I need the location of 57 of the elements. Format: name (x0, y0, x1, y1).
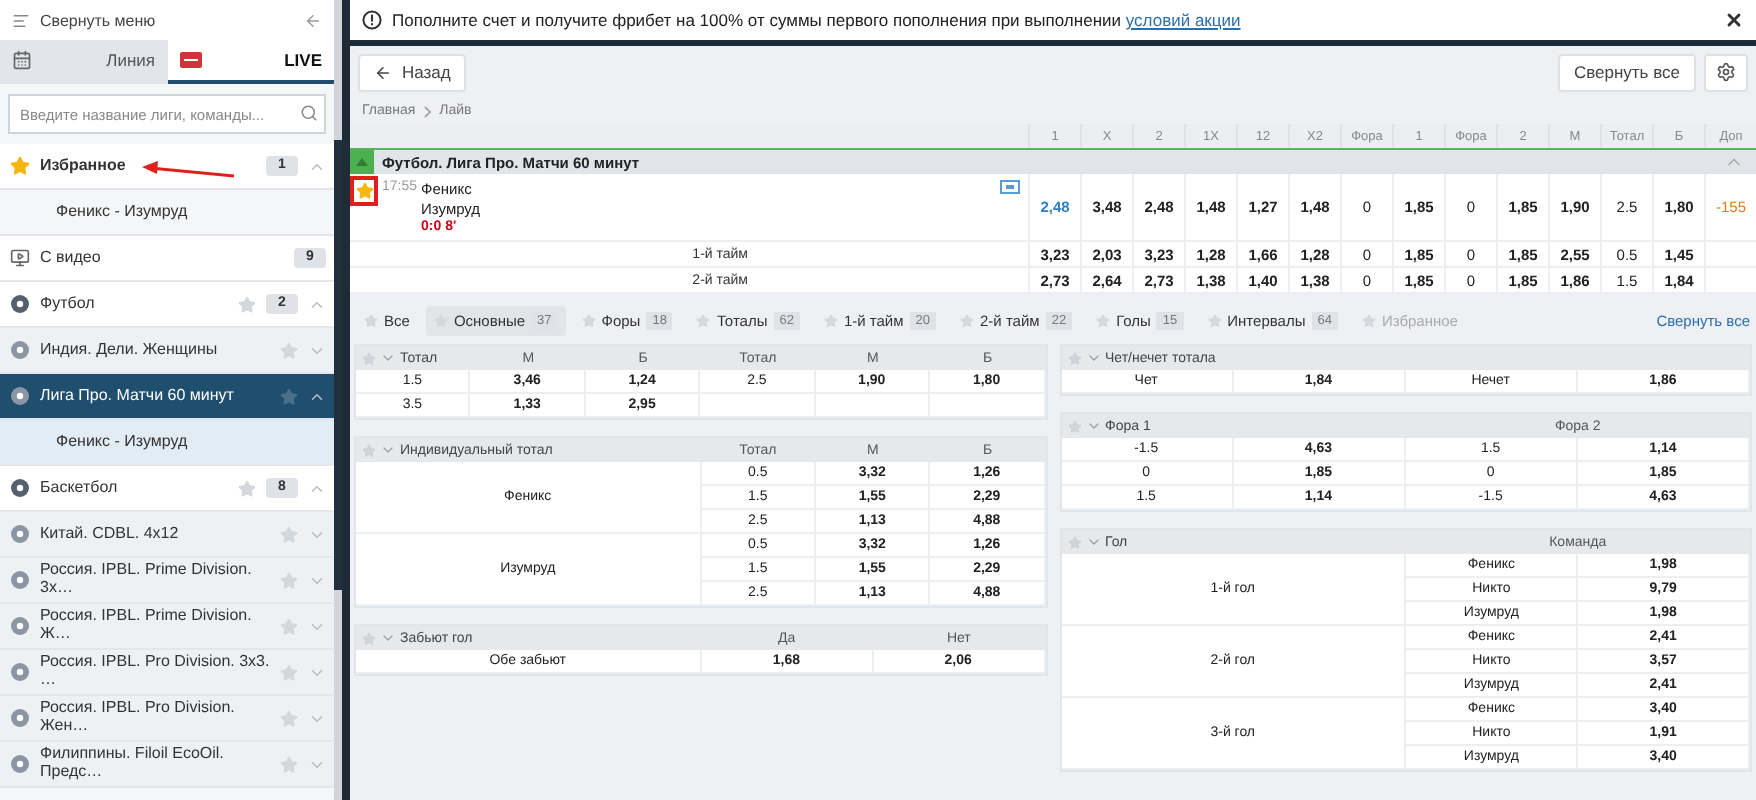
sidebar-item[interactable]: Китай. CDBL. 4x12 (0, 512, 334, 558)
info-icon (362, 10, 382, 30)
chevron-down-icon[interactable] (380, 350, 396, 366)
ball-icon (10, 570, 30, 590)
sidebar-item[interactable]: Феникс - Изумруд (0, 420, 334, 466)
sidebar-item[interactable]: Россия. IPBL. Prime Division. Ж… (0, 604, 334, 650)
tab[interactable]: LIVE (167, 40, 334, 84)
star-icon (1361, 313, 1376, 327)
star-icon (1207, 313, 1222, 327)
sidebar-item[interactable]: Лига Про. Матчи 60 минут (0, 374, 334, 420)
ball-icon (10, 524, 30, 544)
sidebar-item[interactable]: Индия. Дели. Женщины (0, 328, 334, 374)
chevron-down-icon[interactable] (380, 442, 396, 458)
stats-icon[interactable] (1000, 180, 1020, 194)
star-icon[interactable] (356, 182, 374, 200)
sidebar-item[interactable]: Россия. IPBL. Pro Division. 3х3. … (0, 650, 334, 696)
star-icon (364, 313, 378, 327)
ball-icon (10, 662, 30, 682)
chevron-down-icon[interactable] (380, 630, 396, 646)
sidebar-item[interactable]: Россия. IPBL. Prime Division. 3х… (0, 558, 334, 604)
menu-icon[interactable] (12, 11, 30, 29)
settings-button[interactable] (1704, 53, 1748, 91)
star-icon (823, 313, 838, 327)
sidebar-item[interactable]: Россия. IPBL. Pro Division. Жен… (0, 696, 334, 742)
ball-icon (10, 708, 30, 728)
flag-icon (350, 150, 374, 174)
calendar-icon (12, 50, 32, 70)
star-icon[interactable] (280, 387, 298, 405)
star-icon (1096, 313, 1111, 327)
collapse-all-button[interactable]: Свернуть все (1557, 53, 1696, 91)
ball-icon (10, 294, 30, 314)
chevron-down-icon[interactable] (1085, 534, 1101, 550)
sidebar-item[interactable]: Филиппины. Filoil EcoOil. Предс… (0, 742, 334, 788)
notice-text: Пополните счет и получите фрибет на 100% от суммы первого пополнения при выполнении условий акции (392, 10, 1243, 30)
chevron-down-icon[interactable] (1085, 350, 1101, 366)
back-button[interactable]: Назад (358, 53, 467, 91)
tv-icon (179, 52, 201, 68)
star-icon (960, 313, 975, 327)
video-icon (10, 248, 30, 268)
ball-icon (10, 478, 30, 498)
arrow-left-icon (374, 63, 392, 81)
gear-icon (1716, 62, 1736, 82)
search-icon (300, 104, 318, 122)
ball-icon (10, 386, 30, 406)
star-icon (10, 156, 30, 176)
close-icon[interactable] (1724, 10, 1744, 30)
chevron-right-icon (423, 105, 432, 117)
arrow-left-icon[interactable] (304, 11, 322, 29)
star-icon (581, 313, 596, 327)
star-icon (696, 313, 711, 327)
chevron-down-icon[interactable] (1085, 418, 1101, 434)
tab[interactable]: Линия (0, 40, 167, 84)
ball-icon (10, 754, 30, 774)
ball-icon (10, 616, 30, 636)
ball-icon (10, 340, 30, 360)
highlight-frame (350, 176, 378, 206)
promo-link[interactable]: условий акции (1125, 10, 1241, 30)
